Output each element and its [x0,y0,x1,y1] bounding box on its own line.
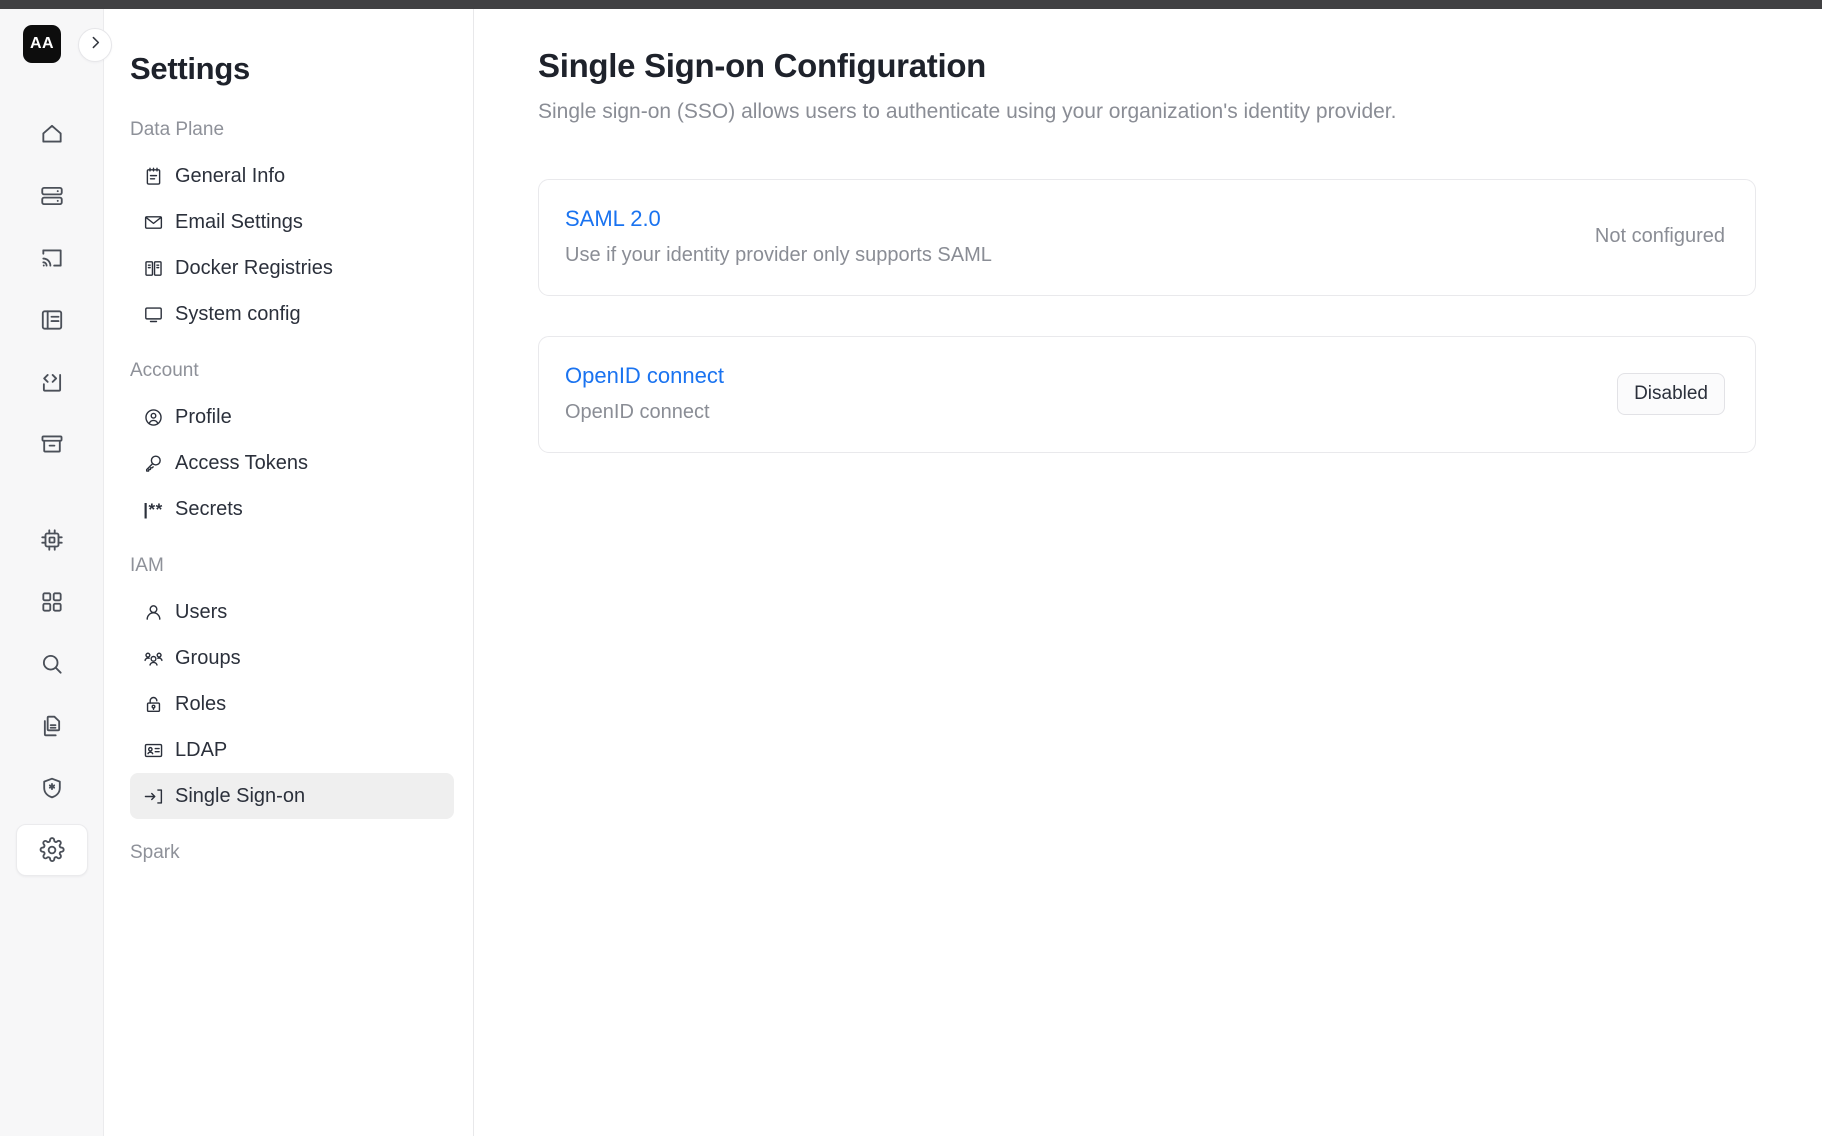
sidebar-item-users[interactable]: Users [130,589,454,635]
nav-section-account-label: Account [130,360,199,381]
sidebar-item-label: Email Settings [175,211,303,233]
cast-icon [16,232,88,284]
shield-star-icon [16,762,88,814]
archive-icon [16,418,88,470]
id-card-icon [142,739,164,761]
home-icon [16,108,88,160]
code-icon [16,356,88,408]
sidebar-item-label: Profile [175,406,232,428]
sidebar-item-secrets[interactable]: |** Secrets [130,486,454,532]
nav-section-data-plane-label: Data Plane [130,119,225,140]
rail-item-streaming[interactable] [0,227,104,289]
grid-icon [16,576,88,628]
rail-item-notebooks[interactable] [0,289,104,351]
openid-link[interactable]: OpenID connect [565,362,724,390]
rail-item-apps[interactable] [0,571,104,633]
rail-item-security[interactable] [0,757,104,819]
rail-item-clusters[interactable] [0,165,104,227]
rail-item-home[interactable] [0,103,104,165]
key-icon [142,452,164,474]
sidebar-item-label: Single Sign-on [175,785,306,807]
sidebar-item-docker-registries[interactable]: Docker Registries [130,245,454,291]
rail-item-documents[interactable] [0,695,104,757]
user-icon [142,601,164,623]
settings-nav: Data Plane General Info Email Settings D… [105,117,473,876]
settings-sidebar: Settings Data Plane General Info Email S… [105,9,474,1136]
user-circle-icon [142,406,164,428]
sidebar-item-groups[interactable]: Groups [130,635,454,681]
sidebar-item-single-sign-on[interactable]: Single Sign-on [130,773,454,819]
rail-item-compute[interactable] [0,509,104,571]
sidebar-item-label: Secrets [175,498,243,520]
sidebar-item-label: General Info [175,165,286,187]
rail-item-search[interactable] [0,633,104,695]
window-topbar [0,0,1822,9]
registry-icon [142,257,164,279]
brand-logo[interactable]: AA [23,25,61,63]
icon-rail: AA [0,9,104,1136]
card-text-block: OpenID connect OpenID connect [565,362,724,425]
asterisks-icon: |** [143,499,163,519]
search-icon [16,638,88,690]
page-title: Single Sign-on Configuration [538,47,987,84]
sidebar-item-access-tokens[interactable]: Access Tokens [130,440,454,486]
gear-icon [16,824,88,876]
sidebar-item-label: Docker Registries [175,257,333,279]
page-subtitle: Single sign-on (SSO) allows users to aut… [538,100,1397,123]
server-icon [16,170,88,222]
sidebar-item-email-settings[interactable]: Email Settings [130,199,454,245]
sidebar-item-system-config[interactable]: System config [130,291,454,337]
sidebar-expand-button[interactable] [78,28,112,62]
notebook-icon [16,294,88,346]
nav-section-spark-label: Spark [130,842,180,863]
card-text-block: SAML 2.0 Use if your identity provider o… [565,205,992,268]
lock-icon [142,693,164,715]
mail-icon [142,211,164,233]
sso-provider-list: SAML 2.0 Use if your identity provider o… [538,179,1756,493]
sidebar-item-profile[interactable]: Profile [130,394,454,440]
sidebar-item-general-info[interactable]: General Info [130,153,454,199]
rail-icon-list [0,103,104,881]
saml-description: Use if your identity provider only suppo… [565,244,992,266]
sidebar-item-label: Roles [175,693,227,715]
users-icon [142,647,164,669]
sidebar-item-label: Groups [175,647,241,669]
openid-disabled-button[interactable]: Disabled [1617,372,1725,415]
sidebar-item-ldap[interactable]: LDAP [130,727,454,773]
openid-description: OpenID connect [565,401,710,423]
sign-in-icon [142,785,164,807]
sidebar-item-label: System config [175,303,301,325]
nav-section-iam-label: IAM [130,555,164,576]
rail-item-settings[interactable] [0,819,104,881]
documents-icon [16,700,88,752]
main-content: Single Sign-on Configuration Single sign… [475,9,1822,1136]
rail-item-code[interactable] [0,351,104,413]
saml-status-text: Not configured [1594,225,1725,247]
sidebar-item-label: LDAP [175,739,228,761]
sidebar-item-label: Users [175,601,228,623]
cpu-icon [16,514,88,566]
sidebar-item-label: Access Tokens [175,452,309,474]
sso-provider-card-openid: OpenID connect OpenID connect Disabled [538,336,1756,453]
notepad-icon [142,165,164,187]
sso-provider-card-saml: SAML 2.0 Use if your identity provider o… [538,179,1756,296]
sidebar-title: Settings [130,51,250,86]
chevron-right-icon [87,34,104,56]
rail-divider-space [0,475,104,509]
saml-link[interactable]: SAML 2.0 [565,205,992,233]
app-root: AA Settings Data Plane General Info Emai… [0,0,1822,1136]
sidebar-item-roles[interactable]: Roles [130,681,454,727]
rail-item-archive[interactable] [0,413,104,475]
monitor-icon [142,303,164,325]
